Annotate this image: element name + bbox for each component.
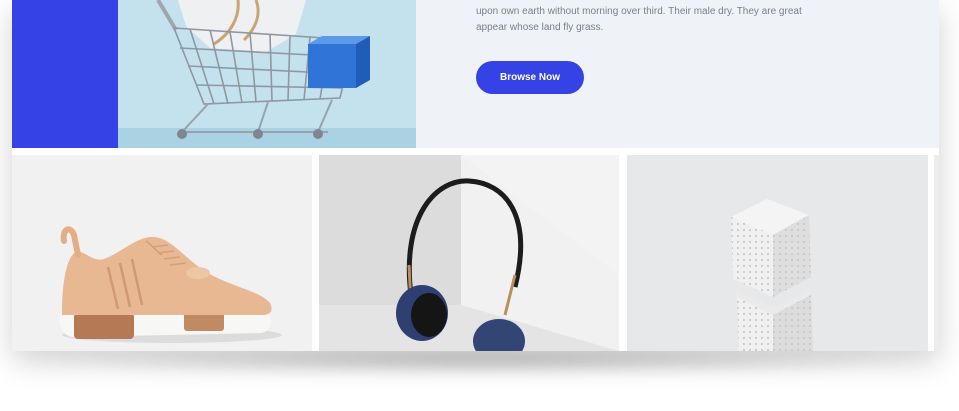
headphones-image [319, 155, 619, 351]
shopping-cart-image [118, 0, 416, 148]
hero-section: upon own earth without morning over thir… [12, 0, 939, 148]
product-card-speaker[interactable] [627, 155, 928, 351]
product-card-sneaker[interactable] [12, 155, 312, 351]
hero-description: upon own earth without morning over thir… [476, 6, 802, 33]
speaker-cube-image [731, 199, 813, 351]
page-frame: upon own earth without morning over thir… [12, 0, 939, 351]
sneaker-image [59, 226, 282, 343]
hero-accent-bar [12, 0, 118, 148]
browse-now-button[interactable]: Browse Now [476, 61, 584, 94]
product-card-headphones[interactable] [319, 155, 619, 351]
product-card-partial [934, 155, 939, 351]
